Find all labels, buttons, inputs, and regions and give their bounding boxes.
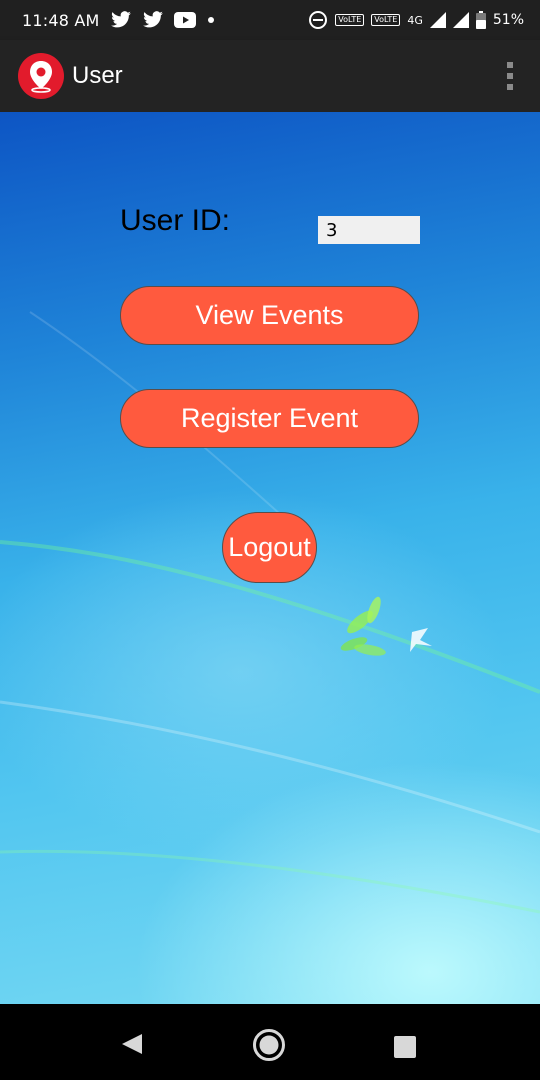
status-right: VoLTE VoLTE 4G 51% [308,10,524,30]
app-bar: User [0,40,540,112]
signal-icon [452,12,469,28]
status-bar: 11:48 AM VoLTE VoLTE 4G 51% [0,0,540,40]
main-content: User ID: View Events Register Event Logo… [0,112,540,1004]
do-not-disturb-icon [308,10,328,30]
user-id-field[interactable] [318,216,420,244]
twitter-icon [110,11,132,29]
status-left: 11:48 AM [22,11,216,30]
status-time: 11:48 AM [22,10,100,30]
volte-badge-2: VoLTE [371,14,401,26]
volte-badge-1: VoLTE [335,14,365,26]
nav-bar [0,1004,540,1080]
location-pin-icon [18,53,64,99]
user-id-label: User ID: [120,204,231,237]
battery-icon [475,11,486,29]
logout-button[interactable]: Logout [222,512,317,583]
view-events-button[interactable]: View Events [120,286,419,345]
register-event-button[interactable]: Register Event [120,389,419,448]
back-icon[interactable] [120,1032,144,1056]
network-type: 4G [407,13,423,27]
twitter-icon [142,11,164,29]
signal-icon [429,12,446,28]
dot-icon [206,15,216,25]
home-icon[interactable] [252,1028,286,1062]
recent-apps-icon[interactable] [394,1036,416,1058]
overflow-menu-icon[interactable] [498,56,522,96]
page-title: User [72,62,123,89]
youtube-icon [173,12,196,28]
battery-percent: 51% [492,12,524,28]
